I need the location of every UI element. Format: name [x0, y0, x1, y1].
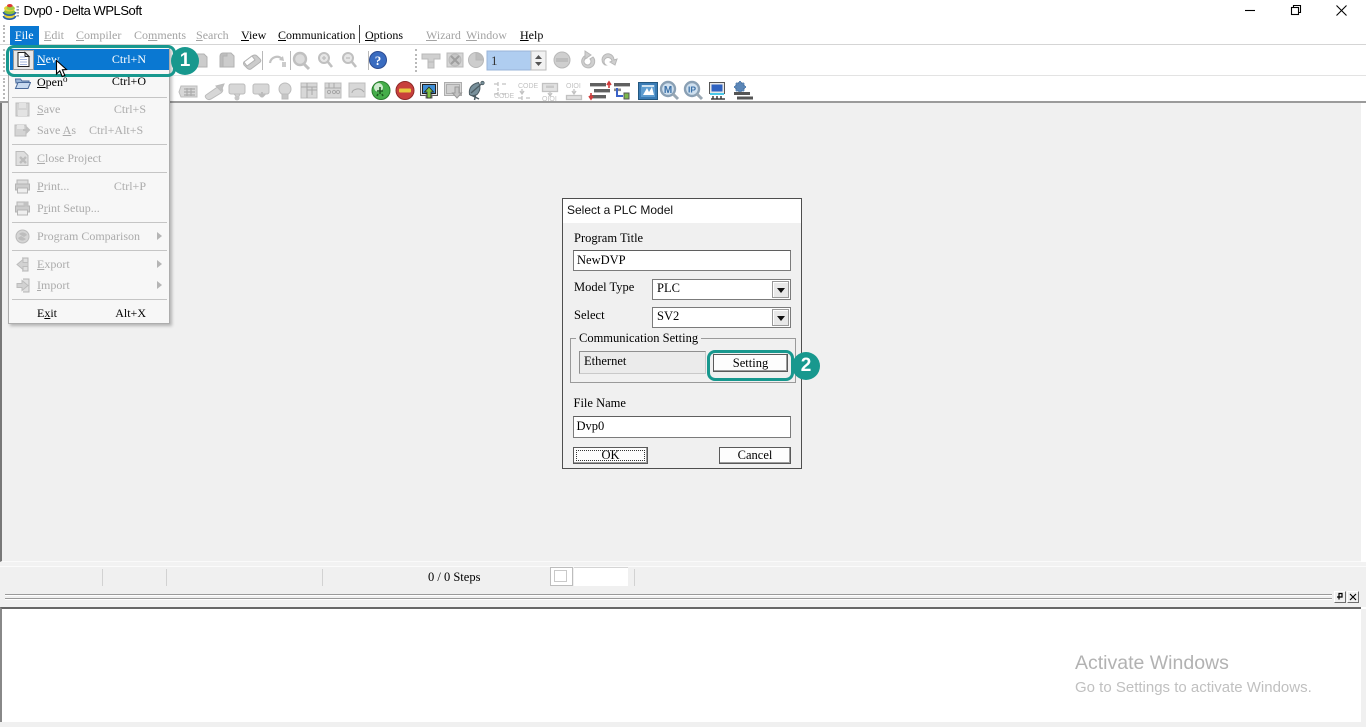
svg-text:M: M [664, 85, 672, 96]
svg-text:1: 1 [491, 53, 498, 68]
svg-text:OIOI: OIOI [566, 83, 581, 90]
svg-text:CODE: CODE [518, 83, 539, 90]
svg-text:CODE: CODE [494, 93, 515, 100]
svg-text:?: ? [375, 53, 382, 68]
svg-text:IP: IP [688, 85, 696, 95]
